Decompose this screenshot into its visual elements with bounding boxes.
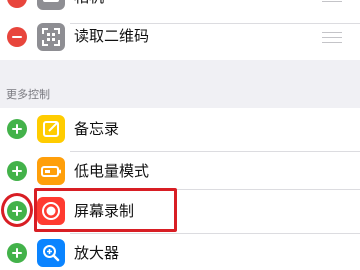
control-row-qr-scanner: 读取二维码 xyxy=(0,23,360,60)
remove-button-camera[interactable] xyxy=(7,0,27,8)
control-row-magnifier: 放大器 xyxy=(0,234,360,270)
annotation-highlight-ring xyxy=(1,193,33,227)
control-label: 低电量模式 xyxy=(74,162,150,180)
remove-button-qr-scanner[interactable] xyxy=(7,27,27,47)
notes-icon xyxy=(37,115,65,143)
more-controls-header: 更多控制 xyxy=(6,88,50,101)
low-power-mode-icon xyxy=(37,157,65,185)
annotation-highlight-box xyxy=(34,188,177,232)
add-button-notes[interactable] xyxy=(7,119,27,139)
control-label: 备忘录 xyxy=(74,120,120,138)
control-row-low-power-mode: 低电量模式 xyxy=(0,152,360,190)
camera-icon xyxy=(37,0,65,10)
magnifier-icon xyxy=(37,239,65,267)
reorder-handle-qr-scanner[interactable] xyxy=(322,32,342,44)
control-label: 相机 xyxy=(74,0,104,7)
add-button-low-power-mode[interactable] xyxy=(7,161,27,181)
qr-code-scanner-icon xyxy=(37,23,65,51)
control-label: 放大器 xyxy=(74,244,120,262)
control-row-notes: 备忘录 xyxy=(0,108,360,152)
reorder-handle-camera[interactable] xyxy=(322,0,342,3)
included-controls-group: 相机 读取二维码 xyxy=(0,0,360,60)
control-row-camera: 相机 xyxy=(0,0,360,24)
add-button-magnifier[interactable] xyxy=(7,243,27,263)
control-label: 读取二维码 xyxy=(74,27,150,45)
